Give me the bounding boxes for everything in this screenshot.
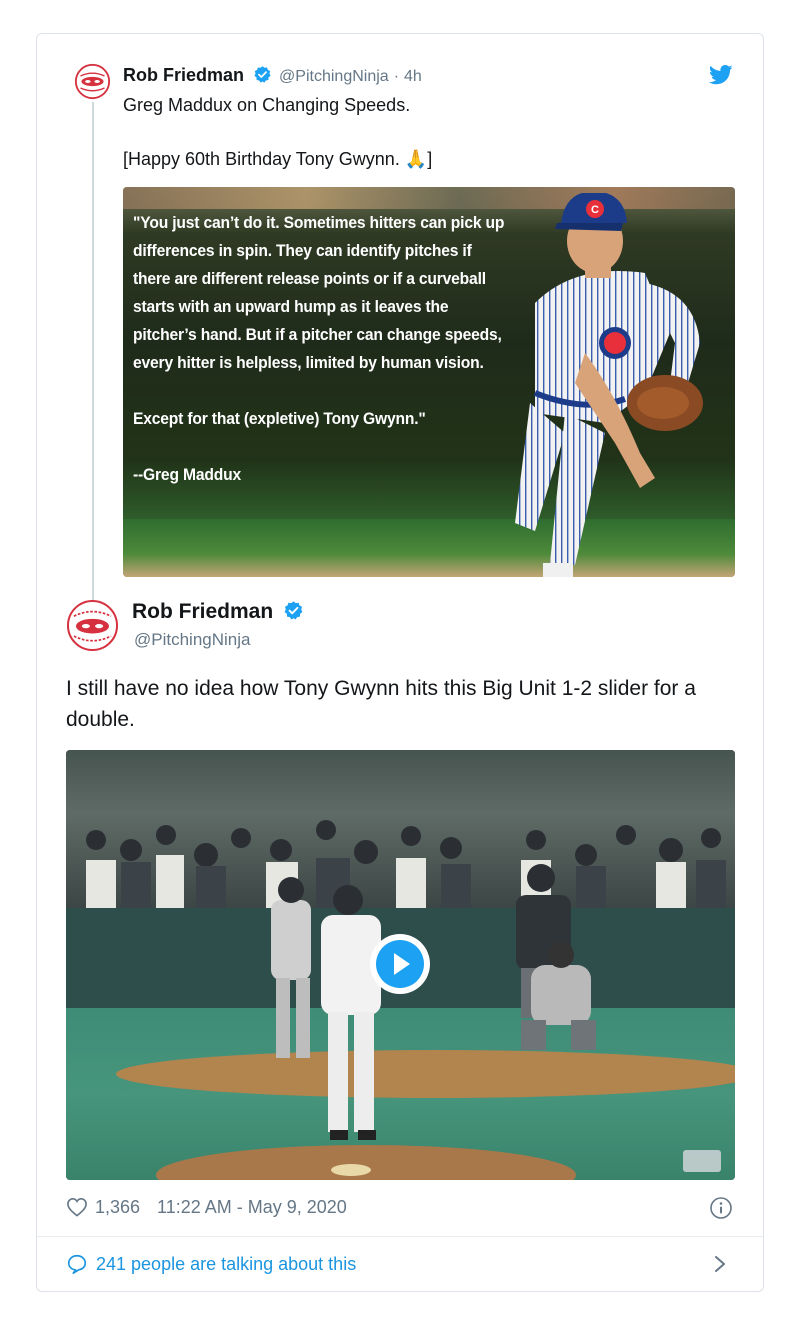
footer-divider	[37, 1236, 763, 1237]
verified-badge-icon	[254, 66, 271, 83]
mlb-logo-icon	[683, 1150, 721, 1172]
folded-hands-emoji: 🙏	[404, 149, 428, 169]
quote-text-block: "You just can’t do it. Sometimes hitters…	[133, 209, 510, 489]
tweet-meta-row: 1,366 11:22 AM - May 9, 2020	[66, 1194, 347, 1220]
conversation-count-text[interactable]: 241 people are talking about this	[96, 1251, 356, 1277]
pitcher-figure: C	[515, 193, 703, 577]
avatar-small[interactable]	[74, 63, 111, 100]
twitter-bird-icon[interactable]	[709, 64, 733, 86]
author-name[interactable]: Rob Friedman	[123, 65, 244, 85]
chevron-right-icon[interactable]	[713, 1254, 727, 1274]
verified-badge-icon	[284, 601, 303, 620]
heart-icon[interactable]	[66, 1197, 88, 1217]
thread-connector-line	[92, 102, 94, 632]
main-author-name[interactable]: Rob Friedman	[132, 599, 306, 625]
play-icon	[376, 940, 424, 988]
quote-attribution: --Greg Maddux	[133, 465, 241, 484]
main-tweet-text: I still have no idea how Tony Gwynn hits…	[66, 677, 696, 731]
tweet-timestamp[interactable]: 11:22 AM - May 9, 2020	[157, 1194, 347, 1220]
main-author-name-text[interactable]: Rob Friedman	[132, 600, 273, 623]
author-handle[interactable]: @PitchingNinja	[279, 68, 389, 85]
main-author-handle[interactable]: @PitchingNinja	[134, 628, 250, 652]
parent-tweet-header: Rob Friedman @PitchingNinja · 4h	[123, 63, 422, 89]
tweet-embed-card: Rob Friedman @PitchingNinja · 4h Greg Ma…	[36, 33, 764, 1292]
play-button[interactable]	[370, 934, 430, 994]
like-count[interactable]: 1,366	[95, 1194, 140, 1220]
parent-tweet-text-line2: [Happy 60th Birthday Tony Gwynn. 🙏]	[123, 145, 432, 173]
closing-bracket: ]	[427, 149, 433, 169]
info-icon[interactable]	[709, 1196, 733, 1220]
birthday-text: [Happy 60th Birthday Tony Gwynn.	[123, 149, 400, 169]
parent-tweet-text-line1: Greg Maddux on Changing Speeds.	[123, 95, 411, 115]
maddux-quote-image[interactable]: "You just can’t do it. Sometimes hitters…	[123, 187, 735, 577]
cap-logo-letter: C	[591, 204, 599, 216]
quote-paragraph-1: "You just can’t do it. Sometimes hitters…	[133, 213, 505, 372]
separator-dot: ·	[393, 68, 400, 85]
video-player[interactable]	[66, 750, 735, 1180]
comment-bubble-icon	[67, 1254, 87, 1274]
avatar-large[interactable]	[66, 599, 119, 652]
quote-paragraph-2: Except for that (expletive) Tony Gwynn."	[133, 409, 426, 428]
tweet-time[interactable]: 4h	[404, 68, 422, 85]
conversation-link[interactable]: 241 people are talking about this	[66, 1251, 356, 1277]
